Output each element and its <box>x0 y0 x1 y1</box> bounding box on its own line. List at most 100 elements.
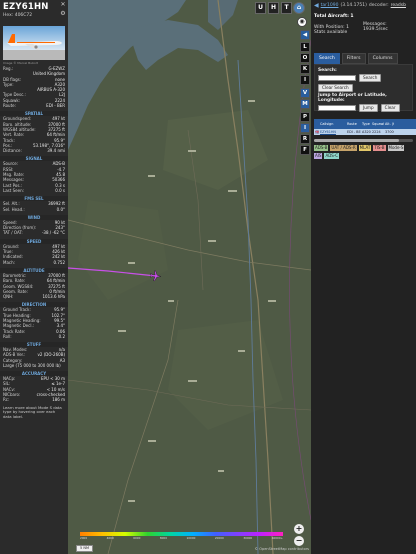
zoom-in-button[interactable]: + <box>294 524 304 534</box>
source-badge: UAT / ADS-R <box>330 145 357 151</box>
altitude-info: Barometric: 37000 ft Baro. Rate: 64 ft/min G… <box>0 273 68 299</box>
aircraft-photo[interactable] <box>3 26 65 60</box>
source-badge: ADS-C <box>324 153 340 159</box>
map-button-u[interactable]: U <box>255 2 266 14</box>
source-badge: ADS-B <box>314 145 329 151</box>
speed-info: Ground: 497 kt True: 426 kt Indicated: 242 kt… <box>0 244 68 265</box>
column-route[interactable]: Route <box>346 119 361 129</box>
legend-label: 10000 <box>186 536 196 540</box>
accuracy-label[interactable]: Rc: <box>3 397 9 402</box>
source-legend: ADS-B UAT / ADS-R MLAT TIS-B Mode-S AIS ADS-C <box>311 142 416 162</box>
map-button-k[interactable]: K <box>300 64 310 74</box>
map-canvas[interactable] <box>68 0 311 554</box>
version-link[interactable]: tar1090 <box>321 3 339 8</box>
altitude-label[interactable]: QNH: <box>3 294 14 299</box>
jump-button[interactable]: Jump <box>359 104 378 112</box>
info-label[interactable]: Type: <box>3 82 14 87</box>
column-type[interactable]: Type <box>361 119 371 129</box>
direction-row: Roll: 0.2 <box>0 334 68 339</box>
close-icon[interactable]: ✕ <box>60 2 66 8</box>
aircraft-header: EZY61HN Hex: 406C72 ✕ ⚙ <box>0 0 68 22</box>
legend-label: 8000 <box>159 536 167 540</box>
zoom-out-button[interactable]: − <box>294 536 304 546</box>
row-squawk: 2224 <box>372 130 381 134</box>
sidebar-panel: ◀ tar1090 (3.14.1751) decoder: readsb To… <box>311 0 416 554</box>
collapse-arrow-icon[interactable]: ◀ <box>314 2 319 9</box>
info-label[interactable]: Route: <box>3 103 16 108</box>
decoder-link[interactable]: readsb <box>391 3 406 8</box>
row-altitude: 37000 <box>385 130 394 134</box>
map-button-r[interactable]: R <box>300 134 310 144</box>
row-type: A320 <box>362 130 371 134</box>
wind-value: -38 / -62 °C <box>41 230 65 236</box>
table-row[interactable]: 🇬🇧 EZY61HN EDI - BER A320 2224 37000 <box>314 129 416 135</box>
tab-search[interactable]: Search <box>314 53 340 64</box>
map-button-i[interactable]: I <box>300 75 310 85</box>
source-badge: MLAT <box>358 145 372 151</box>
map-view[interactable]: U H T ⌂ ◉ ◀ L O K I V M P I R F + − 2000… <box>68 0 311 554</box>
direction-info: Ground Track: 95.9° True Heading: 102.7° Mag… <box>0 307 68 339</box>
map-button-f[interactable]: F <box>300 145 310 155</box>
spatial-row: Distance: 39.4 nmi <box>0 148 68 153</box>
search-button[interactable]: Search <box>359 74 382 82</box>
column-callsign[interactable]: Callsign <box>319 119 346 129</box>
search-input[interactable] <box>318 75 356 81</box>
map-attribution[interactable]: © OpenStreetMap contributors <box>255 547 309 551</box>
version-number: (3.14.1751) <box>340 3 367 8</box>
layers-icon[interactable]: ◉ <box>297 17 307 27</box>
settings-toggle-icon[interactable]: ◀ <box>300 30 310 40</box>
legend-label: 20000 <box>214 536 224 540</box>
tab-filters[interactable]: Filters <box>341 53 366 64</box>
settings-icon[interactable]: ⚙ <box>60 11 66 17</box>
map-button-v[interactable]: V <box>300 88 310 98</box>
total-aircraft-label: Total Aircraft: <box>314 14 349 19</box>
wind-info: Speed: 90 kt Direction (from): 243° TAT / OA… <box>0 220 68 236</box>
home-icon[interactable]: ⌂ <box>293 2 305 14</box>
clear-search-button[interactable]: Clear Search <box>318 84 353 92</box>
fms-label[interactable]: Sel. Head.: <box>3 207 25 212</box>
map-button-i2[interactable]: I <box>300 123 310 133</box>
tar1090-app: EZY61HN Hex: 406C72 ✕ ⚙ Image © Marcel B… <box>0 0 416 554</box>
stuff-info: Nav. Modes: n/a ADS-B Ver.: v2 (DO-260B) Cat… <box>0 347 68 363</box>
spatial-info: Groundspeed: 497 kt Baro. altitude: 37000 f… <box>0 116 68 153</box>
signal-value: 0.0 s <box>55 187 65 193</box>
row-route: EDI - BER <box>347 130 361 134</box>
wind-label[interactable]: TAT / OAT: <box>3 230 23 235</box>
hex-line: Hex: 406C72 <box>3 13 65 18</box>
map-button-m[interactable]: M <box>300 99 310 109</box>
map-button-h[interactable]: H <box>268 2 279 14</box>
row-callsign[interactable]: EZY61HN <box>319 129 346 135</box>
legend-label: 2000 <box>80 536 88 540</box>
fms-info: Sel. Alt.: 36992 ft Sel. Head.: 0.0° <box>0 201 68 212</box>
callsign: EZY61HN <box>3 2 49 12</box>
search-label: Search: <box>318 68 337 73</box>
legend-label: 6000 <box>133 536 141 540</box>
speed-row: Mach: 0.752 <box>0 260 68 265</box>
hex-label: Hex: <box>3 13 14 18</box>
clear-jump-button[interactable]: Clear <box>380 104 400 112</box>
direction-label[interactable]: Roll: <box>3 334 12 339</box>
column-altitude[interactable]: Alt. (ft) <box>384 119 394 129</box>
column-squawk[interactable]: Squawk <box>371 119 384 129</box>
decoder-label: decoder: <box>368 3 389 8</box>
table-header: Callsign Route Type Squawk Alt. (ft) <box>314 119 416 129</box>
map-button-o[interactable]: O <box>300 53 310 63</box>
accuracy-value: 186 m <box>52 397 65 403</box>
total-aircraft-value: 1 <box>350 14 354 19</box>
spatial-label[interactable]: Distance: <box>3 148 22 153</box>
signal-label[interactable]: Last Seen: <box>3 188 24 193</box>
fms-row: Sel. Head.: 0.0° <box>0 207 68 212</box>
map-button-t[interactable]: T <box>281 2 292 14</box>
map-button-p[interactable]: P <box>300 112 310 122</box>
altitude-row: QNH: 1013.6 hPa <box>0 294 68 299</box>
tab-columns[interactable]: Columns <box>367 53 398 64</box>
jump-input[interactable] <box>318 105 356 111</box>
map-button-l[interactable]: L <box>300 42 310 52</box>
info-label[interactable]: Reg.: <box>3 66 13 71</box>
learn-more-note: Learn more about Mode S data type by hov… <box>3 404 62 419</box>
altitude-value: 1013.6 hPa <box>42 294 66 300</box>
with-position-label: With Position: <box>314 24 345 30</box>
altitude-legend: 2000 4000 6000 8000 10000 20000 30000 40000+ <box>80 532 283 540</box>
speed-label[interactable]: Mach: <box>3 260 15 265</box>
source-badge: TIS-B <box>373 145 386 151</box>
